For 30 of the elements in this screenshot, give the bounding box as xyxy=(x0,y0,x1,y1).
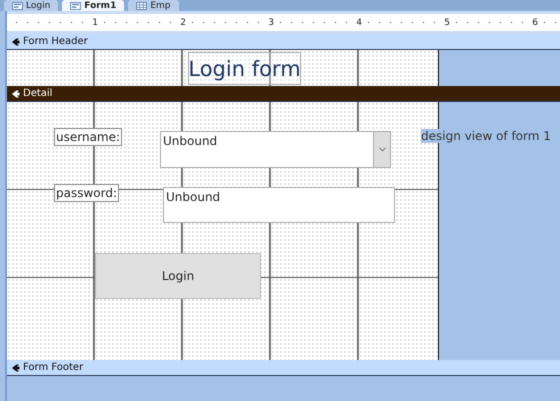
section-arrow-icon xyxy=(11,38,20,46)
field-label[interactable]: password: xyxy=(54,184,120,202)
section-title: Form Footer xyxy=(23,362,84,374)
ruler-number: 6 xyxy=(531,18,539,28)
ruler-number: 5 xyxy=(443,18,451,28)
ruler-number: 2 xyxy=(179,18,187,28)
section-title: Form Header xyxy=(23,36,88,48)
document-tab[interactable]: Login xyxy=(4,0,58,11)
table-icon xyxy=(136,2,148,10)
text-box[interactable]: Unbound xyxy=(163,187,395,223)
ruler-number: 4 xyxy=(355,18,363,28)
chevron-down-icon xyxy=(378,147,386,152)
section-title: Detail xyxy=(23,88,52,100)
section-bar[interactable]: Form Header xyxy=(7,34,560,50)
dropdown-button[interactable] xyxy=(373,132,390,167)
combo-box[interactable]: Unbound xyxy=(160,131,391,168)
form-icon xyxy=(12,2,23,10)
field-label[interactable]: username: xyxy=(54,128,122,146)
ruler-number: 1 xyxy=(91,18,99,28)
login-button[interactable]: Login xyxy=(95,253,261,299)
document-tab[interactable]: Emp xyxy=(128,0,178,11)
form-icon xyxy=(70,2,82,10)
ruler-number: 3 xyxy=(267,18,275,28)
section-arrow-icon xyxy=(11,364,20,372)
note-label[interactable]: design view of form 1 xyxy=(421,129,551,143)
form-title-label[interactable]: Login form xyxy=(188,52,301,85)
section-bar[interactable]: Form Footer xyxy=(7,360,560,376)
section-bar[interactable]: Detail xyxy=(7,86,560,102)
document-tab[interactable]: Form1 xyxy=(62,0,124,11)
section-arrow-icon xyxy=(11,90,20,98)
